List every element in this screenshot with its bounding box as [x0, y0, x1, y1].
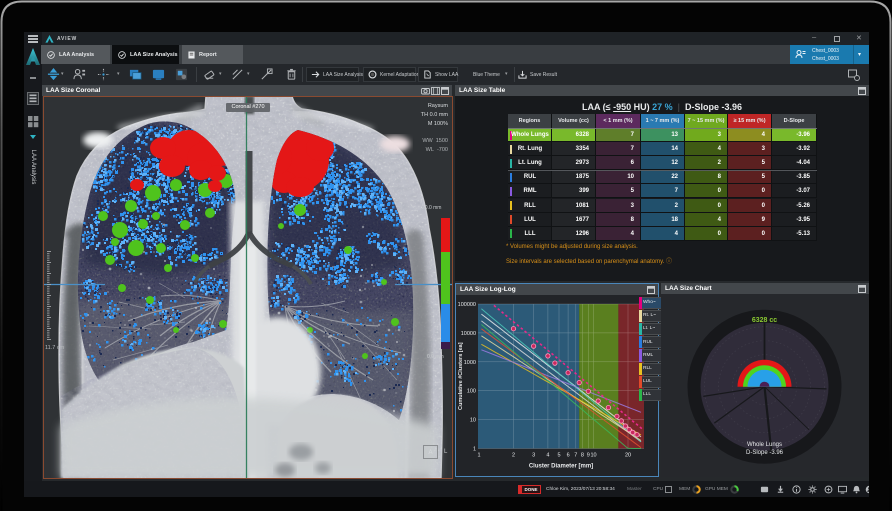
svg-text:2: 2: [512, 453, 515, 459]
svg-text:100: 100: [467, 389, 476, 395]
svg-text:5: 5: [557, 453, 560, 459]
svg-text:10000: 10000: [461, 331, 476, 337]
svg-text:9: 9: [587, 453, 590, 459]
svg-text:1: 1: [473, 447, 476, 453]
svg-text:Cluster Diameter [mm]: Cluster Diameter [mm]: [529, 464, 593, 470]
svg-text:1000: 1000: [464, 360, 476, 366]
svg-text:Whole Lungs: Whole Lungs: [747, 442, 782, 448]
svg-text:10: 10: [590, 453, 596, 459]
svg-text:6: 6: [567, 453, 570, 459]
svg-text:8: 8: [581, 453, 584, 459]
svg-text:10: 10: [470, 418, 476, 424]
svg-text:1: 1: [477, 453, 480, 459]
svg-text:4: 4: [546, 453, 549, 459]
svg-text:3: 3: [532, 453, 535, 459]
svg-text:20: 20: [625, 453, 631, 459]
svg-text:Cumulative #Clusters [ea]: Cumulative #Clusters [ea]: [458, 342, 464, 410]
svg-text:D-Slope -3.96: D-Slope -3.96: [746, 450, 784, 456]
svg-text:7: 7: [574, 453, 577, 459]
svg-text:6328 cc: 6328 cc: [752, 317, 777, 324]
svg-text:100000: 100000: [458, 302, 476, 308]
